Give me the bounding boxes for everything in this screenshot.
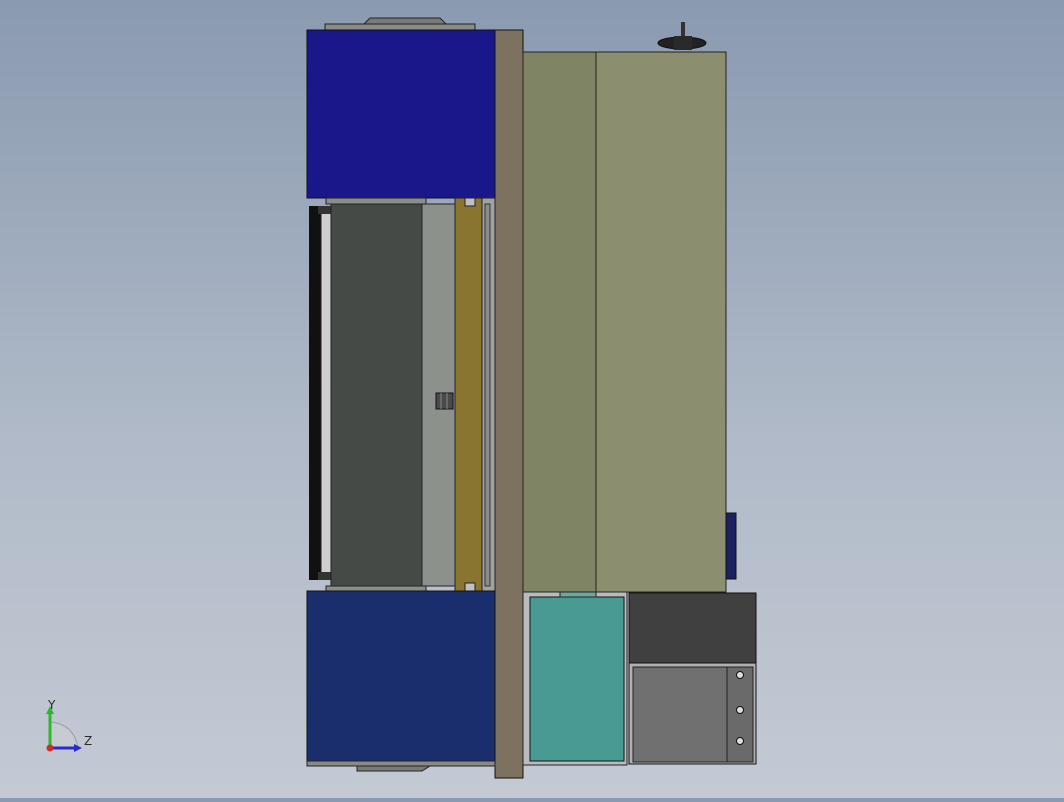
cad-viewport[interactable] [0,0,1064,798]
dark-gray-panel [330,203,423,587]
dark-box [628,592,757,664]
left-frame-top-cap [318,206,332,214]
center-plate [494,29,524,779]
z-axis-label: Z [84,734,93,748]
bottom-rail [356,765,432,772]
bottom-rail-bar [306,760,496,767]
olive-housing-right [595,51,727,593]
triad-plane [49,721,79,749]
middle-top-lip [325,197,427,205]
gray-box-panel [632,666,728,763]
bolt-3 [736,737,744,745]
orientation-triad: Y Z [40,698,100,760]
left-frame-bottom-cap [318,572,332,580]
handwheel-hub [674,36,692,50]
gold-bar-notch-bottom [464,582,476,592]
model-drawing [306,17,757,779]
left-frame-inner [320,211,332,575]
olive-housing-left [522,51,597,593]
teal-box [529,596,625,762]
left-black-frame [309,206,321,580]
strip-detail [484,203,491,587]
side-blue-tab [725,512,737,580]
bolt-2 [736,706,744,714]
pin-fitting [435,392,454,410]
bolt-1 [736,671,744,679]
gray-box-side [726,666,754,763]
top-rail [362,17,448,25]
teal-top-strip [559,591,597,598]
gold-bar [454,197,483,592]
origin-dot [46,744,54,752]
gold-bar-notch-top [464,197,476,207]
bottom-blue-block [306,590,496,762]
y-axis-label: Y [48,698,56,712]
top-blue-block [306,29,496,199]
